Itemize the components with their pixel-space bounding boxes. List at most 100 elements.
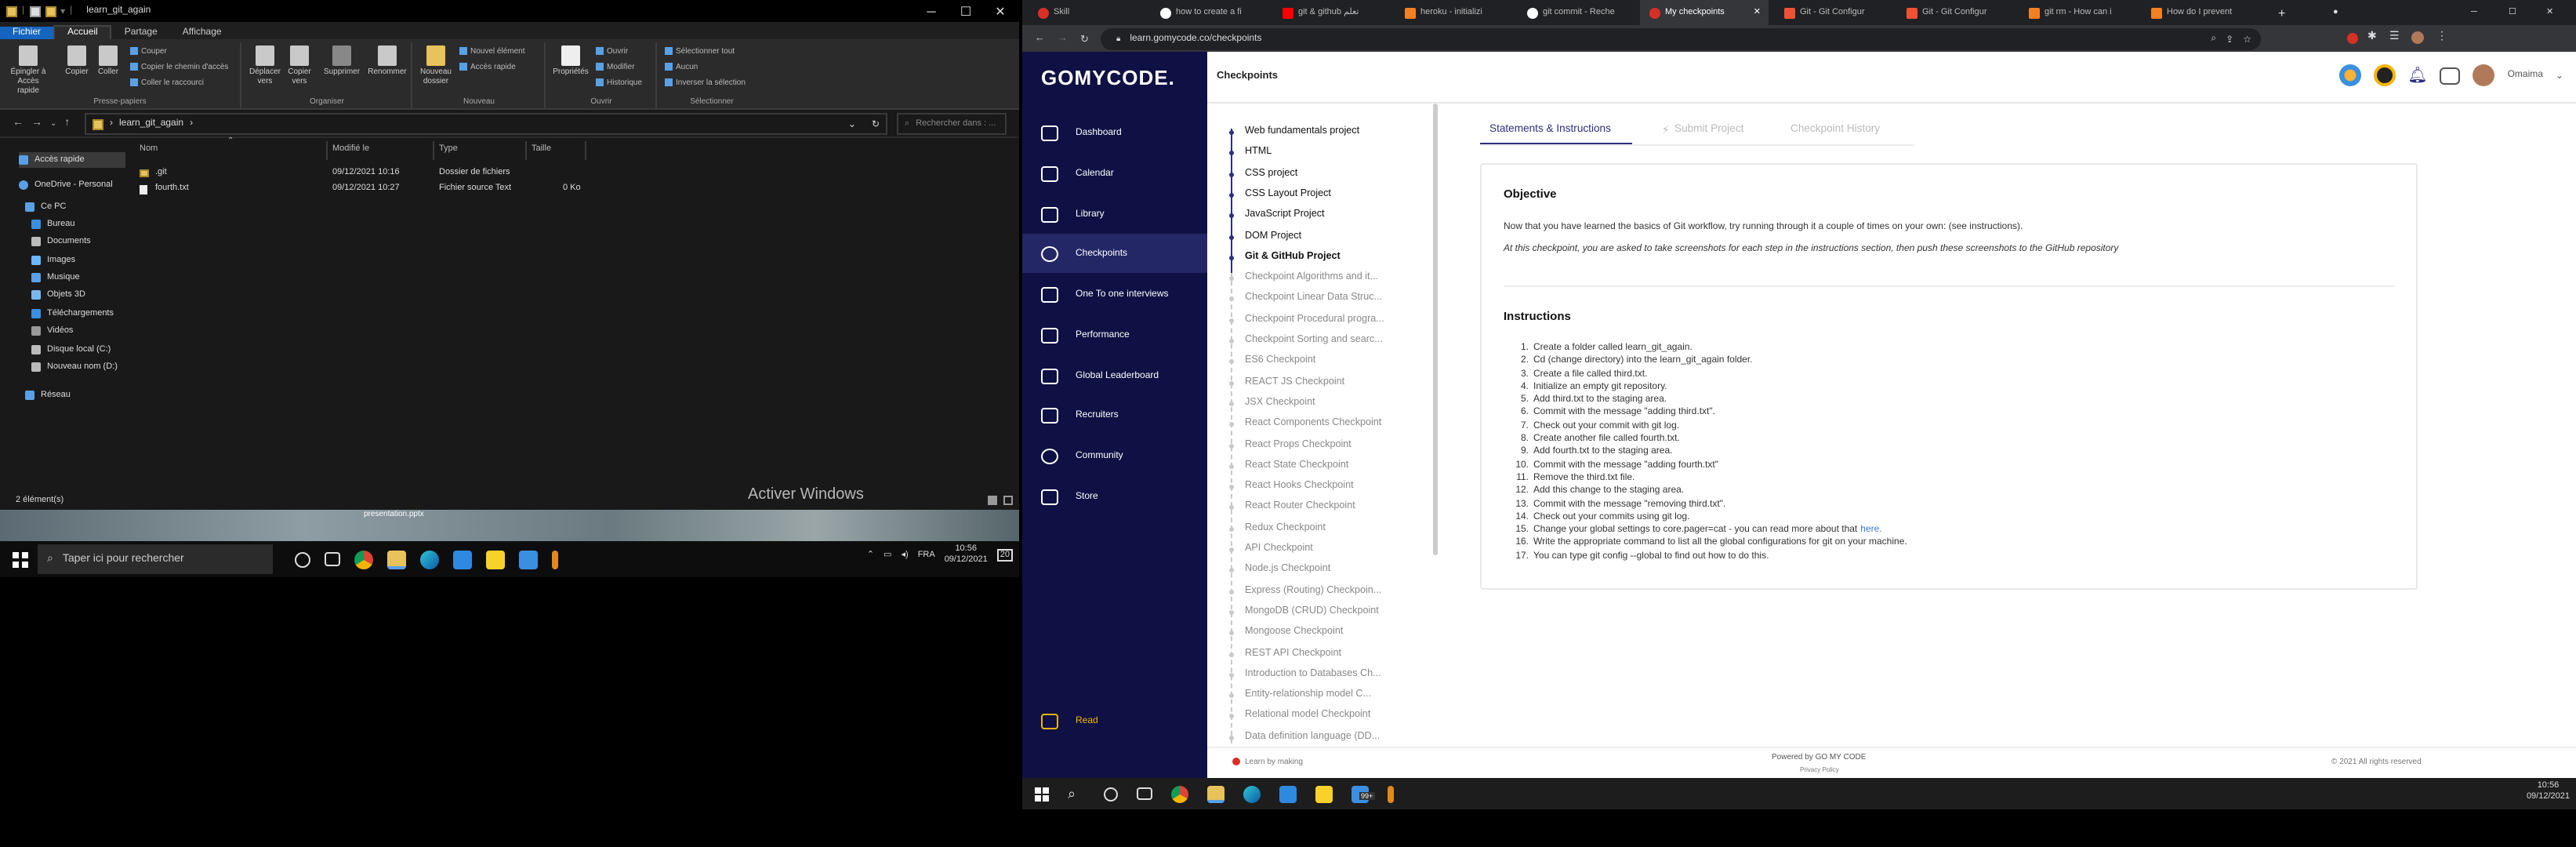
delete-button[interactable]: Supprimer [321, 45, 362, 77]
sidebar-item-community[interactable]: Community [1022, 436, 1207, 475]
nav-item-3d-objects[interactable]: Objets 3D [31, 287, 85, 303]
column-header-type[interactable]: Type [439, 144, 458, 154]
column-divider[interactable] [525, 141, 527, 160]
nav-item-downloads[interactable]: Téléchargements [31, 306, 114, 322]
new-folder-button[interactable]: Nouveau dossier [417, 45, 455, 86]
properties-button[interactable]: Propriétés [550, 45, 591, 77]
windows-start-icon[interactable] [13, 551, 28, 567]
tab-accueil[interactable]: Accueil [53, 25, 112, 39]
checkpoint-item-locked[interactable]: Checkpoint Linear Data Struc... [1245, 293, 1433, 304]
sidebar-item-store[interactable]: Store [1022, 477, 1207, 516]
extensions-puzzle-icon[interactable]: ✱ [2367, 30, 2377, 42]
tab-affichage[interactable]: Affichage [170, 27, 234, 39]
tab-fichier[interactable]: Fichier [0, 27, 54, 39]
network-icon[interactable]: ▭ [883, 551, 891, 560]
browser-tab-active[interactable]: My checkpoints ✕ [1640, 0, 1769, 25]
checkpoint-item-completed[interactable]: CSS project [1245, 167, 1433, 178]
column-divider[interactable] [433, 141, 434, 160]
footer-privacy-link[interactable]: Privacy Policy [1800, 765, 1839, 773]
checkpoint-item-completed[interactable]: DOM Project [1245, 230, 1433, 241]
nav-item-videos[interactable]: Vidéos [31, 323, 73, 339]
sidebar-item-leaderboard[interactable]: Global Leaderboard [1022, 356, 1207, 395]
checkpoint-item-locked[interactable]: REACT JS Checkpoint [1245, 376, 1433, 387]
checkpoint-item-completed[interactable]: CSS Layout Project [1245, 188, 1433, 199]
browser-tab[interactable]: How do I prevent [2142, 0, 2259, 25]
easy-access-button[interactable]: Accès rapide [459, 63, 516, 72]
sidebar-item-read[interactable]: Read [1022, 701, 1207, 740]
checkpoint-item-locked[interactable]: Relational model Checkpoint [1245, 710, 1433, 721]
forward-arrow-icon[interactable]: → [31, 118, 42, 129]
desktop-file-label[interactable]: presentation.pptx [364, 510, 424, 519]
task-view-icon[interactable] [325, 552, 340, 566]
camera-icon[interactable] [2440, 67, 2461, 84]
volume-icon[interactable]: ◂) [902, 551, 909, 560]
checkpoint-item-locked[interactable]: API Checkpoint [1245, 543, 1433, 554]
browser-tab[interactable]: Skill [1029, 0, 1146, 25]
select-all-button[interactable]: Sélectionner tout [665, 47, 735, 56]
copy-to-button[interactable]: Copier vers [282, 45, 317, 86]
app-icon[interactable] [552, 550, 558, 569]
checkpoint-item-locked[interactable]: Data definition language (DD... [1245, 730, 1433, 741]
file-row[interactable]: .git 09/12/2021 10:16 Dossier de fichier… [133, 166, 760, 180]
mail-icon[interactable]: 99+ [1351, 785, 1375, 802]
browser-tab[interactable]: git commit - Reche [1518, 0, 1635, 25]
qat-dropdown-icon[interactable]: ▾ [60, 5, 65, 16]
nav-item-this-pc[interactable]: Ce PC [25, 199, 66, 215]
windows-start-icon[interactable] [1035, 787, 1049, 801]
paste-shortcut-button[interactable]: Coller le raccourci [130, 78, 204, 88]
notifications-badge[interactable]: 20 [996, 549, 1013, 562]
checkpoint-item-locked[interactable]: React Hooks Checkpoint [1245, 480, 1433, 491]
invert-selection-button[interactable]: Inverser la sélection [665, 78, 746, 88]
copy-path-button[interactable]: Copier le chemin d'accès [130, 63, 228, 72]
sidebar-item-performance[interactable]: Performance [1022, 315, 1207, 354]
quick-save-icon[interactable] [29, 5, 41, 16]
checkpoint-item-locked[interactable]: MongoDB (CRUD) Checkpoint [1245, 605, 1433, 616]
nav-item-drive-d[interactable]: Nouveau nom (D:) [31, 359, 118, 375]
paste-button[interactable]: Coller [91, 45, 125, 77]
avatar[interactable] [2473, 64, 2495, 86]
cortana-icon[interactable] [295, 551, 310, 567]
close-icon[interactable]: ✕ [983, 0, 1018, 22]
store-icon[interactable] [1279, 785, 1297, 802]
sidebar-item-recruiters[interactable]: Recruiters [1022, 395, 1207, 434]
checkpoint-item-locked[interactable]: Entity-relationship model C... [1245, 689, 1433, 700]
checkpoint-item-completed[interactable]: HTML [1245, 147, 1433, 158]
file-explorer-icon[interactable] [1207, 785, 1225, 802]
nav-item-drive-c[interactable]: Disque local (C:) [31, 342, 111, 358]
tiles-view-icon[interactable] [1003, 496, 1013, 505]
browser-tab[interactable]: git rm - How can i [2019, 0, 2137, 25]
refresh-icon[interactable]: ↻ [872, 118, 880, 129]
checkpoint-item-locked[interactable]: REST API Checkpoint [1245, 647, 1433, 658]
share-icon[interactable]: ⇪ [2226, 34, 2233, 45]
new-item-button[interactable]: Nouvel élément [459, 47, 525, 56]
address-path[interactable]: learn_git_again [119, 119, 183, 129]
user-name[interactable]: Omaima [2508, 71, 2543, 80]
nav-item-desktop[interactable]: Bureau [31, 216, 75, 232]
address-bar[interactable]: › learn_git_again › ⌄ ↻ [85, 113, 887, 135]
tab-statements[interactable]: Statements & Instructions [1489, 124, 1611, 135]
checkpoint-item-locked[interactable]: Checkpoint Sorting and searc... [1245, 334, 1433, 345]
checkpoint-item-locked[interactable]: React State Checkpoint [1245, 460, 1433, 471]
checkpoint-item-locked[interactable]: Node.js Checkpoint [1245, 564, 1433, 575]
chevron-down-icon[interactable]: ⌄ [2556, 70, 2563, 81]
checkpoint-item-locked[interactable]: Checkpoint Algorithms and it... [1245, 271, 1433, 282]
mail-icon[interactable] [519, 550, 538, 569]
clock[interactable]: 10:56 09/12/2021 [945, 544, 988, 566]
sidebar-item-dashboard[interactable]: Dashboard [1022, 113, 1207, 152]
notification-bell-icon[interactable]: 🔔︎ [2407, 67, 2427, 84]
move-to-button[interactable]: Déplacer vers [248, 45, 282, 86]
nav-item-network[interactable]: Réseau [25, 387, 71, 403]
address-dropdown-icon[interactable]: ⌄ [848, 118, 856, 129]
pin-button[interactable]: Épingler à Accès rapide [9, 45, 47, 96]
reload-icon[interactable]: ↻ [1080, 32, 1089, 45]
streak-icon[interactable] [2338, 64, 2361, 86]
browser-tab[interactable]: git & github تعلم [1273, 0, 1391, 25]
checkpoint-item-locked[interactable]: Introduction to Databases Ch... [1245, 668, 1433, 679]
checkpoint-item-locked[interactable]: Express (Routing) Checkpoin... [1245, 584, 1433, 595]
minimize-icon[interactable]: ─ [2462, 0, 2477, 25]
checkpoint-item-locked[interactable]: Checkpoint Procedural progra... [1245, 313, 1433, 324]
checkpoint-item-completed[interactable]: Web fundamentals project [1245, 125, 1433, 136]
column-divider[interactable] [585, 141, 586, 160]
new-tab-icon[interactable]: + [2269, 0, 2285, 25]
checkpoint-item-locked[interactable]: React Components Checkpoint [1245, 417, 1433, 428]
